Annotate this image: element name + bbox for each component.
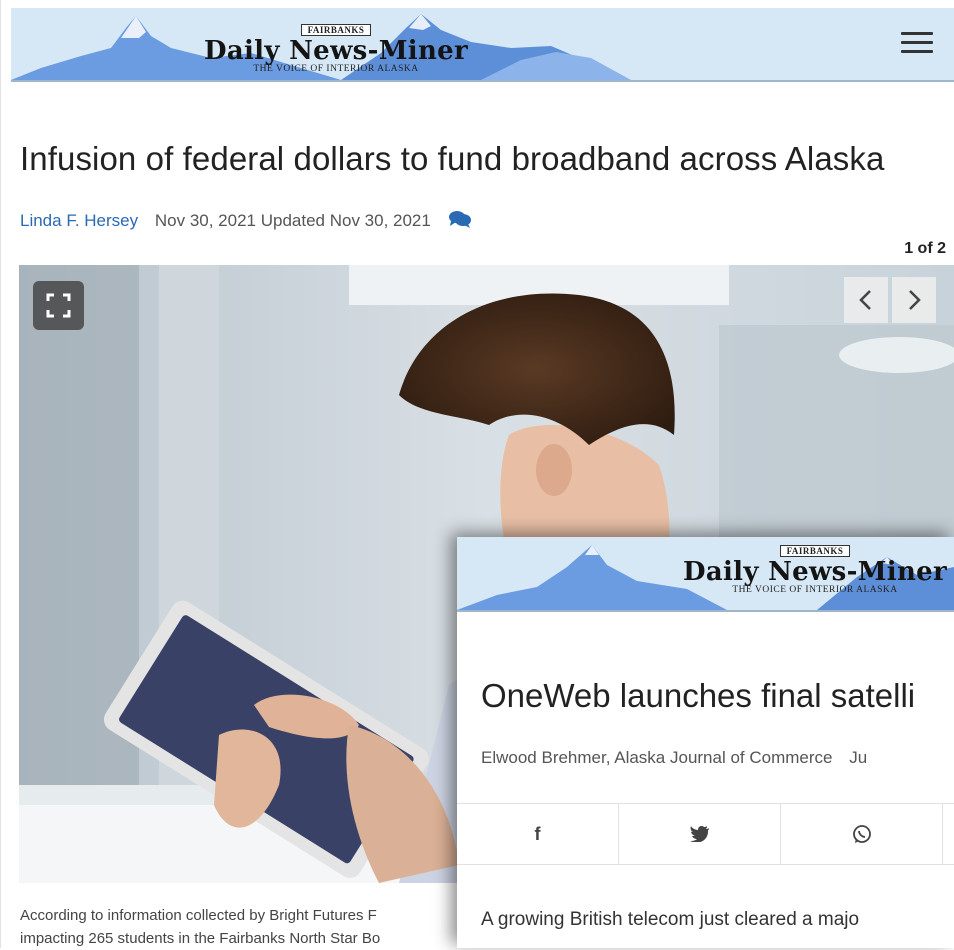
gallery-counter: 1 of 2 (904, 240, 946, 257)
author-link[interactable]: Linda F. Hersey (20, 211, 138, 230)
comment-icon[interactable] (448, 210, 472, 233)
overlay-article-byline: Elwood Brehmer, Alaska Journal of Commer… (481, 748, 867, 768)
expand-icon[interactable] (33, 281, 84, 330)
overlay-article-headline: OneWeb launches final satelli (481, 677, 916, 714)
logo-city-label: FAIRBANKS (300, 24, 372, 36)
facebook-icon: f (534, 823, 541, 844)
hamburger-icon[interactable] (901, 32, 933, 56)
caption-line: impacting 265 students in the Fairbanks … (20, 930, 381, 947)
chevron-right-icon[interactable] (892, 277, 936, 323)
site-logo[interactable]: FAIRBANKS Daily News-Miner THE VOICE OF … (161, 20, 511, 74)
overlay-article-date: Ju (849, 748, 868, 767)
twitter-share-button[interactable] (619, 804, 781, 864)
overlay-site-logo[interactable]: FAIRBANKS Daily News-Miner THE VOICE OF … (635, 541, 954, 595)
masthead[interactable]: FAIRBANKS Daily News-Miner THE VOICE OF … (11, 8, 954, 82)
share-bar: f (457, 803, 954, 865)
photo-caption: According to information collected by Br… (20, 904, 460, 950)
logo-site-name: Daily News-Miner (203, 36, 469, 66)
whatsapp-icon (852, 825, 871, 843)
article-headline: Infusion of federal dollars to fund broa… (20, 140, 885, 177)
overlay-article-page[interactable]: FAIRBANKS Daily News-Miner THE VOICE OF … (457, 537, 954, 948)
caption-line: According to information collected by Br… (20, 907, 377, 924)
overlay-masthead[interactable]: FAIRBANKS Daily News-Miner THE VOICE OF … (457, 537, 954, 612)
article-dates: Nov 30, 2021 Updated Nov 30, 2021 (154, 210, 431, 230)
twitter-icon (689, 826, 709, 842)
overlay-author-link[interactable]: Elwood Brehmer, Alaska Journal of Commer… (481, 748, 833, 767)
logo-city-label: FAIRBANKS (779, 545, 851, 557)
overlay-article-body: A growing British telecom just cleared a… (481, 909, 860, 930)
article-byline: Linda F. Hersey Nov 30, 2021 Updated Nov… (20, 210, 472, 233)
facebook-share-button[interactable]: f (457, 804, 619, 864)
logo-site-name: Daily News-Miner (682, 557, 948, 587)
chevron-left-icon[interactable] (844, 277, 888, 323)
whatsapp-share-button[interactable] (781, 804, 943, 864)
